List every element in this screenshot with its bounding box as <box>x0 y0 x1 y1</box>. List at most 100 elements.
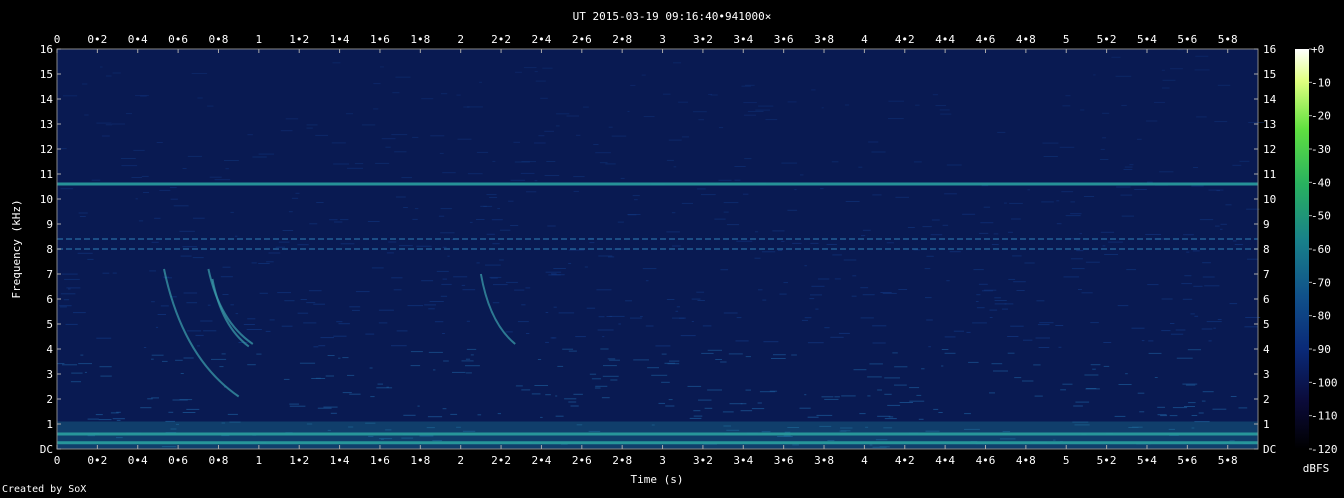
x-tick-label-top: 2•2 <box>491 33 511 46</box>
x-tick-label-bottom: 3•2 <box>693 454 713 467</box>
noise-speck <box>811 285 825 287</box>
noise-speck <box>410 351 423 353</box>
credit-text: Created by SoX <box>2 484 87 495</box>
noise-speck <box>872 325 887 327</box>
noise-speck <box>1161 69 1165 71</box>
noise-speck <box>675 310 679 312</box>
noise-speck <box>486 194 497 196</box>
noise-speck <box>946 164 962 166</box>
noise-speck <box>993 233 999 235</box>
noise-speck <box>1125 373 1128 375</box>
y-tick-label-left: DC <box>40 443 53 456</box>
noise-speck <box>607 358 616 360</box>
noise-speck <box>666 231 680 233</box>
noise-speck <box>1201 400 1206 402</box>
colorbar-tick-label: -90 <box>1311 343 1331 356</box>
noise-speck <box>841 395 856 397</box>
noise-speck <box>678 101 688 103</box>
noise-speck <box>521 389 531 391</box>
x-tick-label-top: 3•2 <box>693 33 713 46</box>
noise-speck <box>740 403 747 405</box>
x-tick-label-bottom: 2 <box>457 454 464 467</box>
noise-speck <box>941 349 949 350</box>
noise-speck <box>192 257 204 259</box>
noise-speck <box>597 329 614 331</box>
noise-speck <box>78 363 92 365</box>
x-tick-label-top: 0 <box>54 33 61 46</box>
noise-speck <box>112 418 125 420</box>
x-tick-label-top: 4•4 <box>935 33 955 46</box>
noise-speck <box>1038 347 1050 348</box>
noise-speck <box>617 221 624 223</box>
noise-speck <box>265 330 271 332</box>
noise-speck <box>461 284 466 286</box>
noise-speck <box>976 294 981 296</box>
noise-speck <box>291 197 299 199</box>
noise-speck <box>779 293 787 295</box>
noise-speck <box>391 345 407 347</box>
noise-speck <box>505 331 513 333</box>
noise-speck <box>1035 337 1050 339</box>
x-tick-label-bottom: 5•8 <box>1218 454 1238 467</box>
noise-speck <box>523 67 537 69</box>
noise-speck <box>576 134 581 136</box>
noise-speck <box>378 309 394 311</box>
x-tick-label-bottom: 3 <box>659 454 666 467</box>
noise-speck <box>1193 167 1198 168</box>
noise-speck <box>627 214 641 215</box>
x-axis-label: Time (s) <box>631 473 684 486</box>
noise-speck <box>799 407 811 409</box>
noise-speck <box>268 252 281 254</box>
noise-speck <box>373 108 379 110</box>
noise-speck <box>224 160 239 161</box>
colorbar-tick-label: -120 <box>1311 443 1338 456</box>
noise-speck <box>278 241 290 243</box>
noise-speck <box>602 375 619 377</box>
noise-speck <box>620 177 625 179</box>
noise-speck <box>1134 189 1147 190</box>
colorbar-tick-label: -110 <box>1311 410 1338 423</box>
noise-speck <box>1007 352 1015 354</box>
noise-speck <box>872 194 882 196</box>
noise-speck <box>412 136 419 138</box>
noise-speck <box>538 135 545 137</box>
noise-speck <box>944 193 957 195</box>
noise-speck <box>600 348 609 350</box>
noise-speck <box>377 383 383 385</box>
noise-speck <box>1078 289 1082 290</box>
noise-speck <box>769 390 778 392</box>
noise-speck <box>151 301 155 303</box>
noise-speck <box>851 295 857 297</box>
noise-speck <box>259 292 268 294</box>
noise-speck <box>465 358 471 360</box>
noise-speck <box>642 268 657 270</box>
noise-speck <box>371 267 384 269</box>
noise-speck <box>540 416 543 418</box>
noise-speck <box>342 357 349 359</box>
noise-speck <box>1204 285 1220 287</box>
noise-speck <box>1103 342 1112 343</box>
noise-speck <box>745 356 751 358</box>
noise-speck <box>430 135 445 137</box>
noise-speck <box>289 405 306 407</box>
noise-speck <box>492 302 500 304</box>
noise-speck <box>844 104 850 106</box>
noise-speck <box>466 320 470 322</box>
x-tick-label-top: 4•2 <box>895 33 915 46</box>
noise-speck <box>989 392 995 394</box>
noise-speck <box>573 393 583 395</box>
noise-speck <box>300 299 307 300</box>
noise-speck <box>651 374 668 376</box>
noise-speck <box>605 163 616 165</box>
noise-speck <box>547 225 556 227</box>
noise-speck <box>333 163 349 165</box>
noise-speck <box>513 141 520 143</box>
noise-speck <box>234 235 238 237</box>
noise-speck <box>1191 415 1198 416</box>
noise-speck <box>1093 74 1096 76</box>
noise-speck <box>815 308 819 310</box>
y-tick-label-right: DC <box>1263 443 1276 456</box>
noise-speck <box>392 92 400 94</box>
y-tick-label-right: 3 <box>1263 368 1270 381</box>
noise-speck <box>551 273 557 275</box>
